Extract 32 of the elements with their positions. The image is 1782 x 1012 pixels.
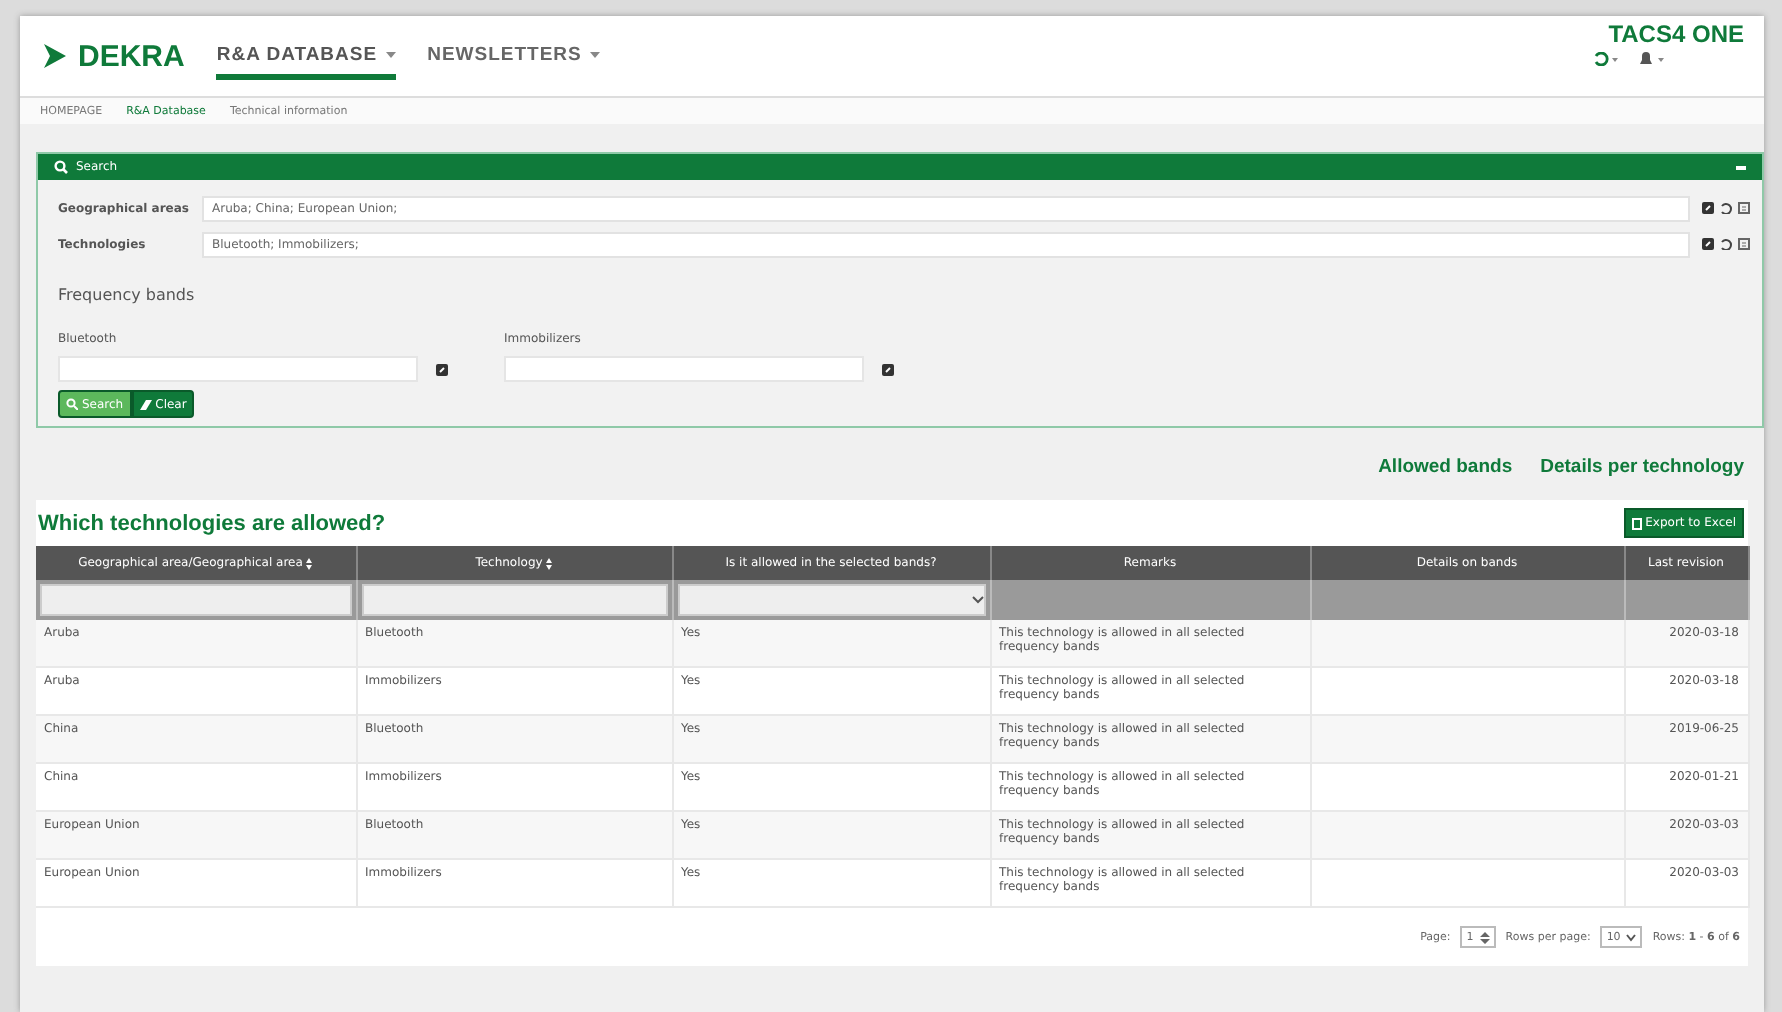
clipboard-icon[interactable] [1738,202,1750,214]
filter-field[interactable] [40,584,351,616]
input-field[interactable] [58,356,418,382]
logo-icon [40,42,68,70]
bell-icon[interactable] [1638,52,1664,66]
filter-field[interactable] [361,584,667,616]
undo-icon[interactable] [1720,238,1732,250]
brand-title: TACS4 ONE [1608,20,1744,48]
logo-text: DEKRA [78,39,185,73]
edit-icon[interactable] [1702,238,1714,250]
edit-icon[interactable] [1702,202,1714,214]
chevron-icon [971,596,983,604]
nav-tab[interactable]: NEWSLETTERS [427,32,600,80]
search-icon [54,160,68,174]
chevron-icon [1626,933,1637,941]
link[interactable]: Allowed bands [1378,456,1513,480]
section-title: Frequency bands [58,286,197,304]
eraser-icon [139,399,152,409]
edit-icon[interactable] [882,363,894,375]
history-icon[interactable] [1592,52,1618,66]
clipboard-icon[interactable] [1738,238,1750,250]
edit-icon[interactable] [436,363,448,375]
caret-icon [385,52,396,58]
nav-tab[interactable]: R&A DATABASE [216,32,396,80]
file-icon [1631,517,1642,529]
input-field[interactable] [504,356,864,382]
search-icon [66,398,78,410]
link[interactable]: Details per technology [1540,456,1744,480]
section-title: Which technologies are allowed? [38,511,386,535]
spinner-icon [1479,931,1490,943]
caret-icon [589,52,600,58]
undo-icon[interactable] [1720,202,1732,214]
